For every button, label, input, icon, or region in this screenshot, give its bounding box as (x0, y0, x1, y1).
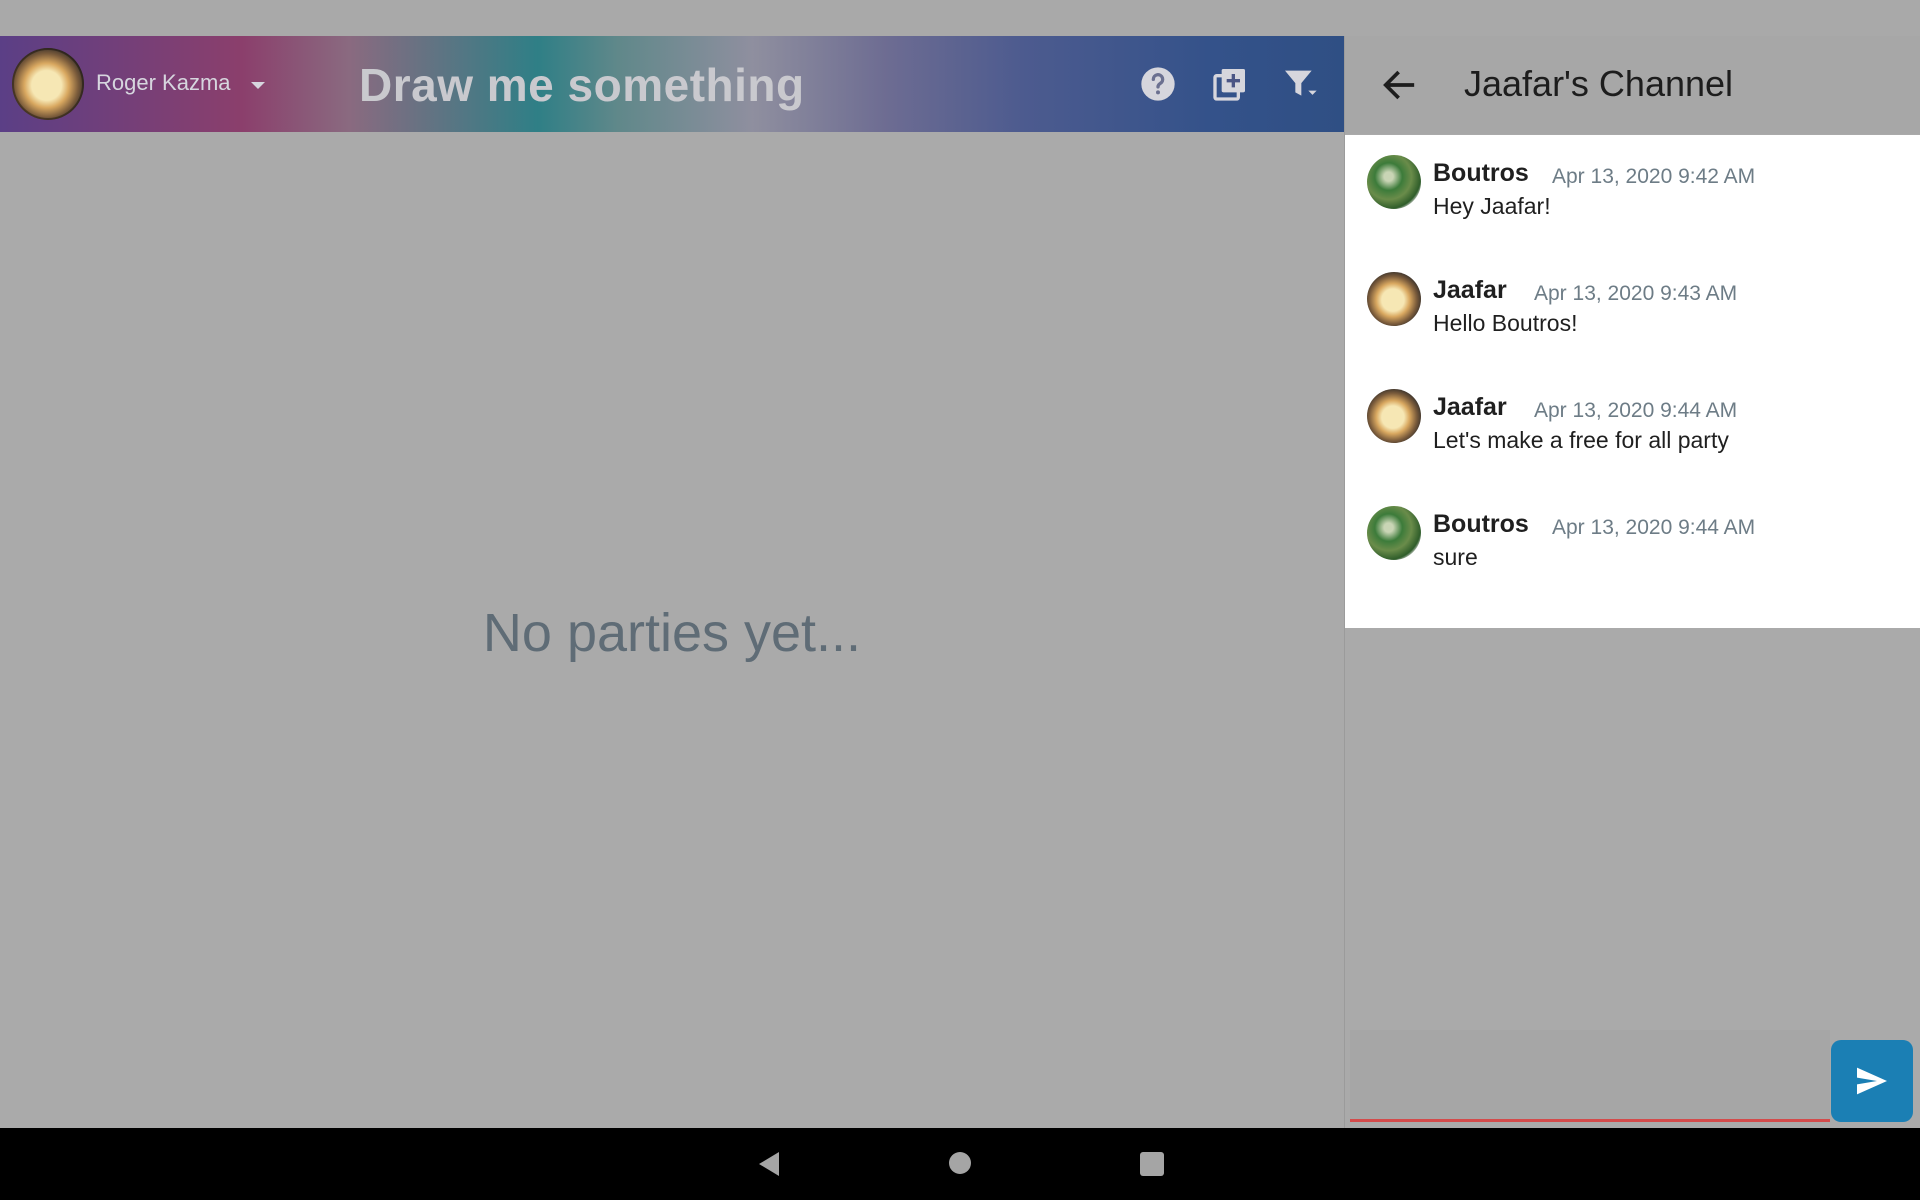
chat-header: Jaafar's Channel (1345, 36, 1920, 134)
user-avatar[interactable] (12, 48, 84, 120)
avatar (1367, 272, 1421, 326)
filter-icon[interactable] (1280, 64, 1320, 104)
message-item: Jaafar Apr 13, 2020 9:43 AM Hello Boutro… (1367, 252, 1907, 336)
message-timestamp: Apr 13, 2020 9:44 AM (1534, 399, 1738, 422)
user-name[interactable]: Roger Kazma (96, 70, 231, 96)
message-author: Jaafar (1433, 276, 1507, 304)
back-arrow-icon[interactable] (1379, 65, 1419, 105)
nav-back-icon[interactable] (755, 1150, 781, 1178)
message-author: Boutros (1433, 159, 1529, 187)
message-input[interactable] (1350, 1030, 1830, 1122)
channel-title: Jaafar's Channel (1464, 63, 1734, 104)
help-icon[interactable] (1138, 64, 1178, 104)
message-author: Jaafar (1433, 393, 1507, 421)
message-item: Jaafar Apr 13, 2020 9:44 AM Let's make a… (1367, 369, 1907, 453)
app-title: Draw me something (359, 59, 805, 111)
nav-recents-icon[interactable] (1140, 1152, 1164, 1176)
message-text: Hello Boutros! (1433, 310, 1578, 336)
app-bar: Roger Kazma Draw me something (0, 36, 1344, 132)
message-text: Let's make a free for all party (1433, 427, 1729, 453)
message-text: Hey Jaafar! (1433, 193, 1551, 219)
empty-state-text: No parties yet... (482, 603, 862, 663)
message-item: Boutros Apr 13, 2020 9:44 AM sure (1367, 486, 1907, 570)
avatar (1367, 389, 1421, 443)
message-timestamp: Apr 13, 2020 9:42 AM (1552, 165, 1756, 188)
add-box-icon[interactable] (1210, 64, 1250, 104)
message-timestamp: Apr 13, 2020 9:44 AM (1552, 516, 1756, 539)
send-button[interactable] (1831, 1040, 1913, 1122)
message-composer (1350, 1030, 1830, 1122)
message-list: Boutros Apr 13, 2020 9:42 AM Hey Jaafar!… (1345, 135, 1920, 628)
message-author: Boutros (1433, 510, 1529, 538)
avatar (1367, 155, 1421, 209)
user-menu-caret-icon[interactable] (251, 82, 265, 89)
party-list-pane: Roger Kazma Draw me something No parties… (0, 36, 1344, 1128)
status-bar (0, 0, 1920, 36)
nav-home-icon[interactable] (949, 1152, 971, 1174)
send-icon (1857, 1067, 1887, 1095)
message-text: sure (1433, 544, 1478, 570)
message-timestamp: Apr 13, 2020 9:43 AM (1534, 282, 1738, 305)
avatar (1367, 506, 1421, 560)
chat-pane: Jaafar's Channel Boutros Apr 13, 2020 9:… (1345, 36, 1920, 1128)
message-item: Boutros Apr 13, 2020 9:42 AM Hey Jaafar! (1367, 135, 1907, 219)
